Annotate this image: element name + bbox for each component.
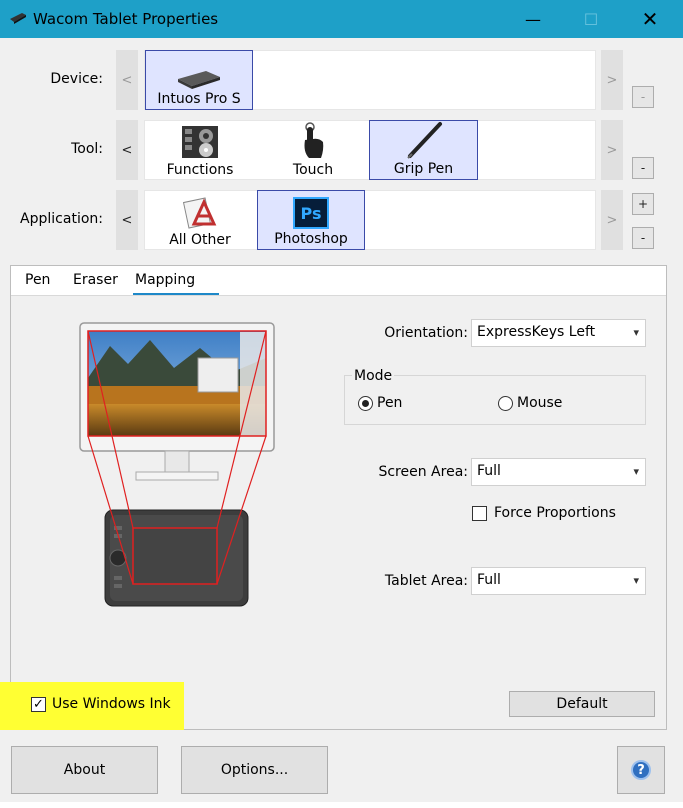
screen-area-label: Screen Area: <box>378 464 468 480</box>
device-label: Device: <box>50 71 103 87</box>
help-icon-glyph: ? <box>637 762 645 778</box>
application-remove-button[interactable]: - <box>632 227 654 249</box>
application-label: Application: <box>20 211 103 227</box>
orientation-label: Orientation: <box>384 325 468 341</box>
tool-remove-button[interactable]: - <box>632 157 654 179</box>
tablet-area-label: Tablet Area: <box>384 573 468 589</box>
tool-tile-functions[interactable]: Functions <box>155 120 245 180</box>
device-tile-intuos-pro-s[interactable]: Intuos Pro S <box>145 50 253 110</box>
tool-prev-arrow[interactable]: < <box>116 120 138 180</box>
tab-mapping[interactable]: Mapping <box>135 272 195 288</box>
application-tile-all-other[interactable]: All Other <box>155 190 245 250</box>
orientation-value: ExpressKeys Left <box>477 324 596 340</box>
use-windows-ink-checkbox[interactable]: ✓ <box>31 697 46 712</box>
force-proportions-checkbox[interactable] <box>472 506 487 521</box>
mode-pen-radio[interactable] <box>358 396 373 411</box>
all-other-icon <box>182 197 217 229</box>
tool-tile-label: Functions <box>166 162 234 178</box>
photoshop-badge: Ps <box>300 203 322 223</box>
tablet-area-value: Full <box>477 572 501 588</box>
tool-tile-touch[interactable]: Touch <box>268 120 358 180</box>
window-bottom-edge <box>0 802 683 808</box>
application-add-button[interactable]: + <box>632 193 654 215</box>
tab-bar: Pen Eraser Mapping <box>11 266 666 296</box>
close-button[interactable]: ✕ <box>627 0 673 38</box>
mode-pen-label: Pen <box>377 395 403 411</box>
screen-area-value: Full <box>477 463 501 479</box>
tool-tile-label: Touch <box>292 162 334 178</box>
functions-icon <box>182 126 218 158</box>
mode-mouse-radio[interactable] <box>498 396 513 411</box>
default-button[interactable]: Default <box>509 691 655 717</box>
application-prev-arrow[interactable]: < <box>116 190 138 250</box>
device-tile-label: Intuos Pro S <box>157 91 241 107</box>
application-tile-label: Photoshop <box>274 231 348 247</box>
application-tile-photoshop[interactable]: Ps Photoshop <box>257 190 365 250</box>
pen-icon <box>406 122 442 159</box>
tab-active-indicator <box>133 293 219 295</box>
tool-next-arrow[interactable]: > <box>601 120 623 180</box>
about-button[interactable]: About <box>11 746 158 794</box>
mode-group-title: Mode <box>352 368 395 384</box>
options-button[interactable]: Options... <box>181 746 328 794</box>
tablet-icon <box>178 71 220 89</box>
force-proportions-label: Force Proportions <box>494 505 616 521</box>
touch-icon <box>304 122 324 158</box>
help-icon: ? <box>631 760 651 780</box>
tool-label: Tool: <box>71 141 103 157</box>
mode-mouse-label: Mouse <box>517 395 563 411</box>
screen-area-dropdown[interactable]: Full ▾ <box>471 458 646 486</box>
title-bar: Wacom Tablet Properties — ☐ ✕ <box>0 0 683 38</box>
wacom-app-icon <box>10 13 26 24</box>
chevron-down-icon: ▾ <box>633 465 639 478</box>
device-remove-button[interactable]: - <box>632 86 654 108</box>
tablet-area-dropdown[interactable]: Full ▾ <box>471 567 646 595</box>
device-prev-arrow[interactable]: < <box>116 50 138 110</box>
tab-eraser[interactable]: Eraser <box>73 272 118 288</box>
chevron-down-icon: ▾ <box>633 574 639 587</box>
chevron-down-icon: ▾ <box>633 326 639 339</box>
photoshop-icon: Ps <box>293 197 329 229</box>
tab-pen[interactable]: Pen <box>25 272 50 288</box>
device-next-arrow[interactable]: > <box>601 50 623 110</box>
minimize-button[interactable]: — <box>510 0 556 38</box>
tool-tile-label: Grip Pen <box>393 161 454 177</box>
tool-tile-grip-pen[interactable]: Grip Pen <box>369 120 478 180</box>
maximize-button[interactable]: ☐ <box>568 0 614 38</box>
application-tile-label: All Other <box>169 232 231 248</box>
help-button[interactable]: ? <box>617 746 665 794</box>
use-windows-ink-label: Use Windows Ink <box>52 696 171 712</box>
application-next-arrow[interactable]: > <box>601 190 623 250</box>
mapping-illustration <box>79 322 275 607</box>
orientation-dropdown[interactable]: ExpressKeys Left ▾ <box>471 319 646 347</box>
window-title: Wacom Tablet Properties <box>33 10 219 28</box>
